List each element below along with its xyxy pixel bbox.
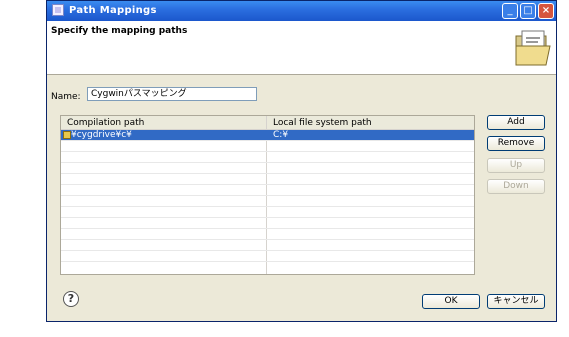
minimize-button[interactable]: _ [502, 3, 518, 19]
mappings-table[interactable]: Compilation path Local file system path … [60, 115, 475, 275]
table-row[interactable] [61, 240, 474, 251]
folder-icon [515, 30, 551, 66]
remove-button[interactable]: Remove [487, 136, 545, 151]
compilation-path-cell: ¥cygdrive¥c¥ [71, 130, 132, 140]
table-row[interactable] [61, 251, 474, 262]
table-row[interactable] [61, 196, 474, 207]
down-button[interactable]: Down [487, 179, 545, 194]
table-row[interactable] [61, 229, 474, 240]
name-label: Name: [51, 92, 81, 102]
table-row[interactable] [61, 163, 474, 174]
table-row[interactable] [61, 174, 474, 185]
folder-icon [63, 131, 71, 139]
ok-button[interactable]: OK [422, 294, 480, 309]
table-row[interactable]: ¥cygdrive¥c¥ C:¥ [61, 130, 474, 141]
close-button[interactable]: × [538, 3, 554, 19]
window-title: Path Mappings [69, 5, 157, 16]
table-header: Compilation path Local file system path [61, 116, 474, 130]
app-icon [52, 4, 64, 16]
local-path-cell: C:¥ [273, 130, 289, 140]
dialog-banner: Specify the mapping paths [47, 21, 556, 75]
column-header-compilation-path[interactable]: Compilation path [67, 118, 144, 128]
table-row[interactable] [61, 141, 474, 152]
maximize-button[interactable]: □ [520, 3, 536, 19]
add-button[interactable]: Add [487, 115, 545, 130]
name-field[interactable]: Cygwinパスマッピング [87, 87, 257, 101]
up-button[interactable]: Up [487, 158, 545, 173]
table-row[interactable] [61, 152, 474, 163]
table-row[interactable] [61, 207, 474, 218]
banner-message: Specify the mapping paths [51, 26, 188, 36]
table-row[interactable] [61, 218, 474, 229]
help-icon[interactable]: ? [63, 291, 79, 307]
path-mappings-dialog: Path Mappings _ □ × Specify the mapping … [46, 0, 557, 322]
title-bar[interactable]: Path Mappings _ □ × [47, 1, 556, 21]
column-header-local-path[interactable]: Local file system path [273, 118, 372, 128]
table-row[interactable] [61, 185, 474, 196]
cancel-button[interactable]: キャンセル [487, 294, 545, 309]
